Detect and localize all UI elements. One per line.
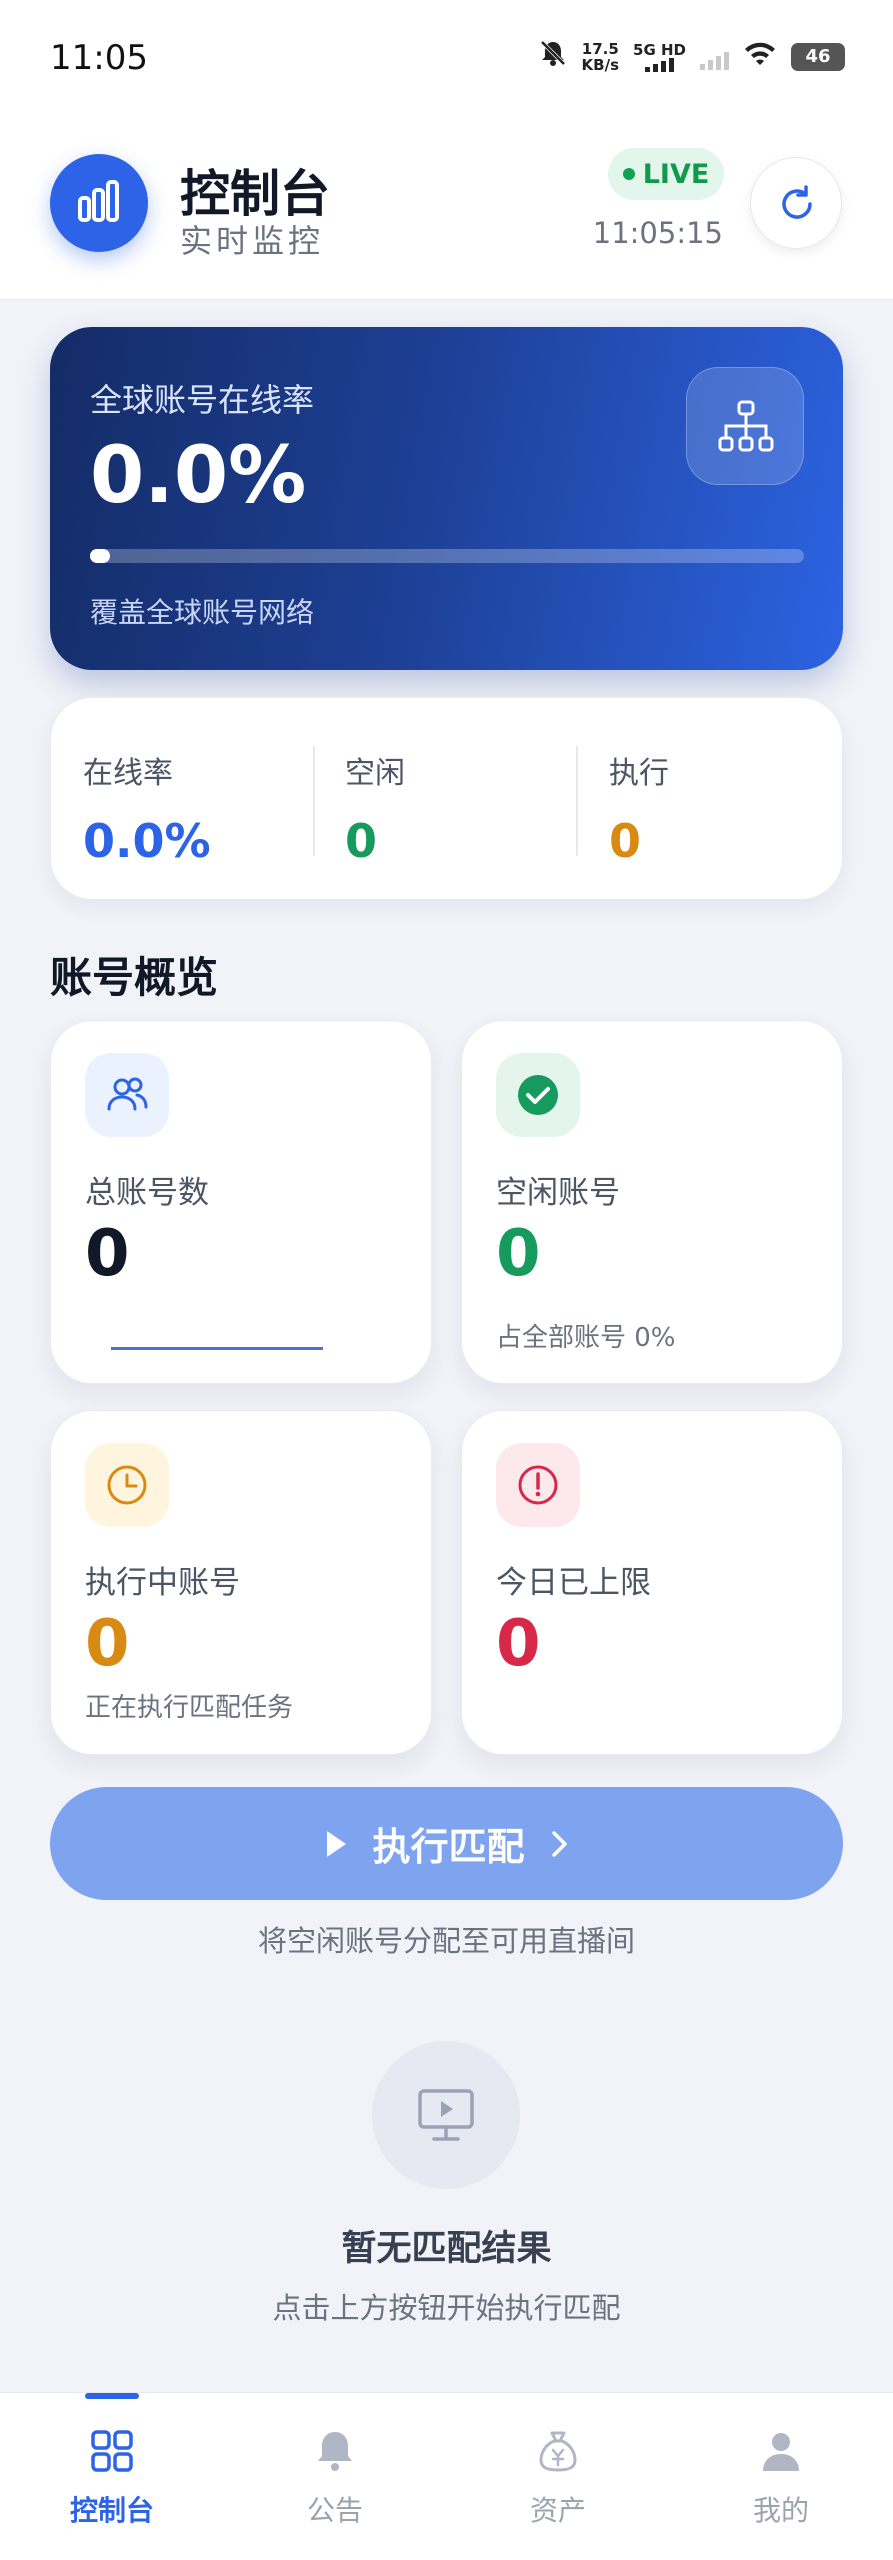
hero-label: 全球账号在线率: [90, 381, 315, 419]
bottom-nav: 控制台 公告 资产 我的: [0, 2392, 893, 2560]
stat-idle: 空闲 0: [345, 748, 595, 868]
check-circle-icon: [518, 1075, 558, 1115]
card-executing-accounts[interactable]: 执行中账号 0 正在执行匹配任务: [50, 1410, 432, 1755]
alert-icon-box: [496, 1443, 580, 1527]
network-tree-button[interactable]: [686, 367, 804, 485]
nav-item-assets[interactable]: 资产: [478, 2427, 638, 2529]
nav-label: 我的: [752, 2494, 809, 2527]
empty-state-subtitle: 点击上方按钮开始执行匹配: [272, 2291, 621, 2325]
online-rate-progress: [90, 549, 804, 563]
bell-icon: [318, 2432, 352, 2471]
card-label: 总账号数: [85, 1175, 209, 1211]
card-idle-accounts[interactable]: 空闲账号 0 占全部账号 0%: [461, 1020, 843, 1384]
mute-bell-icon: [538, 38, 568, 76]
card-daily-limit-accounts[interactable]: 今日已上限 0: [461, 1410, 843, 1755]
alert-icon: [518, 1465, 558, 1505]
users-icon-box: [85, 1053, 169, 1137]
card-label: 空闲账号: [496, 1175, 620, 1211]
online-rate-progress-fill: [90, 549, 110, 563]
nav-label: 控制台: [69, 2494, 154, 2527]
nav-item-dashboard[interactable]: 控制台: [32, 2427, 192, 2529]
app-logo: [50, 154, 148, 252]
stat-executing: 执行 0: [609, 748, 859, 868]
card-note: 正在执行匹配任务: [85, 1693, 294, 1723]
divider: [313, 746, 315, 856]
network-tree-icon: [718, 400, 774, 452]
empty-state-title: 暂无匹配结果: [341, 2229, 552, 2269]
nav-item-profile[interactable]: 我的: [701, 2427, 861, 2529]
empty-state-icon-box: [372, 2041, 520, 2189]
stat-online-rate: 在线率 0.0%: [83, 748, 333, 868]
monitor-play-icon: [418, 2089, 474, 2141]
net-speed-unit: KB/s: [581, 56, 620, 74]
battery-icon: 46: [791, 43, 845, 71]
execute-match-button[interactable]: 执行匹配: [50, 1787, 843, 1900]
execute-match-hint: 将空闲账号分配至可用直播间: [257, 1924, 635, 1958]
stat-label: 在线率: [83, 756, 173, 791]
stats-summary: 在线率 0.0% 空闲 0 执行 0: [50, 697, 843, 900]
nav-label: 资产: [529, 2494, 586, 2527]
live-clock: 11:05:15: [592, 216, 723, 250]
card-note: 占全部账号 0%: [496, 1323, 676, 1353]
stat-label: 空闲: [345, 756, 405, 791]
refresh-icon: [782, 185, 812, 219]
network-type: 5G HD: [633, 42, 686, 72]
user-icon: [763, 2433, 799, 2471]
nav-active-indicator: [85, 2393, 139, 2399]
signal-icon: [633, 58, 686, 72]
card-value: 0: [85, 1217, 130, 1291]
wifi-icon: [743, 40, 777, 75]
page-subtitle: 实时监控: [180, 222, 325, 260]
card-total-accounts[interactable]: 总账号数 0: [50, 1020, 432, 1384]
stat-label: 执行: [609, 756, 669, 791]
card-label: 今日已上限: [496, 1565, 651, 1601]
card-value: 0: [496, 1217, 541, 1291]
online-rate-hero-card: 全球账号在线率 0.0% 覆盖全球账号网络: [50, 327, 843, 670]
net-speed: 17.5 KB/s: [582, 41, 619, 73]
clock-icon-box: [85, 1443, 169, 1527]
status-bar: 11:05 17.5 KB/s 5G HD 46: [0, 0, 893, 110]
stat-value: 0: [345, 814, 378, 868]
refresh-button[interactable]: [750, 157, 842, 249]
hero-caption: 覆盖全球账号网络: [90, 596, 315, 629]
stat-value: 0.0%: [83, 814, 211, 868]
hero-value: 0.0%: [90, 431, 307, 521]
header: 控制台 实时监控 LIVE 11:05:15: [0, 110, 893, 300]
live-badge: LIVE: [608, 148, 724, 200]
section-title-overview: 账号概览: [50, 953, 219, 1002]
signal-icon-secondary: [700, 44, 729, 70]
nav-item-announcements[interactable]: 公告: [255, 2427, 415, 2529]
execute-match-label: 执行匹配: [372, 1825, 525, 1869]
stat-value: 0: [609, 814, 642, 868]
chevron-right-icon: [551, 1830, 567, 1857]
live-label: LIVE: [642, 158, 710, 190]
status-icons: 17.5 KB/s 5G HD 46: [538, 38, 845, 76]
divider: [576, 746, 578, 856]
live-dot-icon: [622, 168, 635, 180]
bar-chart-icon: [78, 180, 119, 222]
card-label: 执行中账号: [85, 1565, 240, 1601]
play-icon: [327, 1830, 347, 1857]
check-icon-box: [496, 1053, 580, 1137]
net-speed-value: 17.5: [581, 40, 619, 58]
grid-icon: [91, 2430, 133, 2472]
status-time: 11:05: [50, 38, 148, 78]
nav-label: 公告: [306, 2494, 363, 2527]
money-bag-icon: [539, 2431, 577, 2472]
clock-icon: [107, 1465, 147, 1505]
card-value: 0: [85, 1607, 130, 1681]
network-type-label: 5G HD: [633, 41, 686, 59]
users-icon: [107, 1077, 148, 1111]
card-value: 0: [496, 1607, 541, 1681]
sparkline: [111, 1347, 323, 1350]
